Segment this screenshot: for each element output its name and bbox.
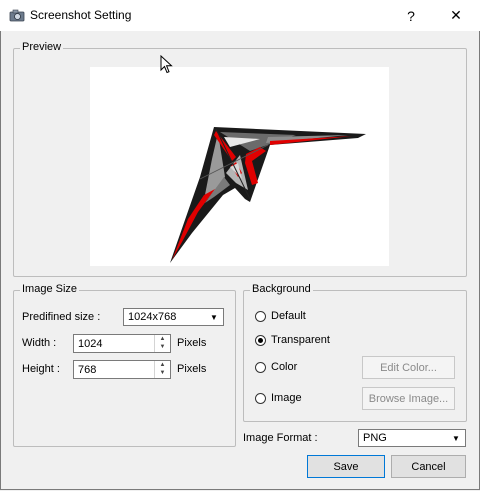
height-spinbox[interactable]: 768 ▲ ▼ [73,360,171,379]
spin-down-icon[interactable]: ▼ [155,343,170,351]
help-icon: ? [407,7,415,24]
width-label: Width : [22,337,57,349]
image-format-value: PNG [363,432,387,444]
height-unit-label: Pixels [177,363,207,375]
help-button[interactable]: ? [389,0,433,31]
width-value: 1024 [78,338,103,350]
title-bar: Screenshot Setting ? ✕ [0,0,480,31]
chevron-down-icon: ▼ [210,312,218,322]
radio-image[interactable] [255,393,266,404]
cancel-label: Cancel [411,460,446,473]
window-title: Screenshot Setting [30,8,132,22]
radio-default-label[interactable]: Default [271,310,306,322]
save-button[interactable]: Save [307,455,385,478]
height-label: Height : [22,363,60,375]
preview-legend: Preview [20,41,64,53]
predefined-size-label: Predifined size : [22,311,101,323]
mouse-cursor-icon [160,55,173,74]
predefined-size-select[interactable]: 1024x768 ▼ [123,308,224,326]
radio-default[interactable] [255,311,266,322]
spin-up-icon[interactable]: ▲ [155,335,170,343]
cancel-button[interactable]: Cancel [391,455,466,478]
spin-down-icon[interactable]: ▼ [155,369,170,377]
image-format-label: Image Format : [243,432,318,444]
save-label: Save [333,460,359,473]
height-spin-buttons: ▲ ▼ [154,361,170,378]
image-size-legend: Image Size [20,283,80,295]
chevron-down-icon: ▼ [452,433,460,443]
width-spin-buttons: ▲ ▼ [154,335,170,352]
spin-up-icon[interactable]: ▲ [155,361,170,369]
image-format-select[interactable]: PNG ▼ [358,429,466,447]
predefined-size-value: 1024x768 [128,311,177,323]
radio-selected-dot [258,338,263,343]
kite-image [170,127,366,263]
preview-canvas [90,67,389,266]
edit-color-label: Edit Color... [380,361,437,374]
width-unit-label: Pixels [177,337,207,349]
browse-image-button[interactable]: Browse Image... [362,387,455,410]
height-value: 768 [78,364,97,376]
browse-image-label: Browse Image... [368,392,449,405]
radio-transparent-label[interactable]: Transparent [271,334,330,346]
radio-color-label[interactable]: Color [271,361,297,373]
radio-image-label[interactable]: Image [271,392,302,404]
camera-icon [9,9,25,22]
width-spinbox[interactable]: 1024 ▲ ▼ [73,334,171,353]
edit-color-button[interactable]: Edit Color... [362,356,455,379]
radio-color[interactable] [255,362,266,373]
radio-transparent[interactable] [255,335,266,346]
background-legend: Background [250,283,313,295]
close-button[interactable]: ✕ [434,0,478,31]
close-icon: ✕ [450,7,462,23]
